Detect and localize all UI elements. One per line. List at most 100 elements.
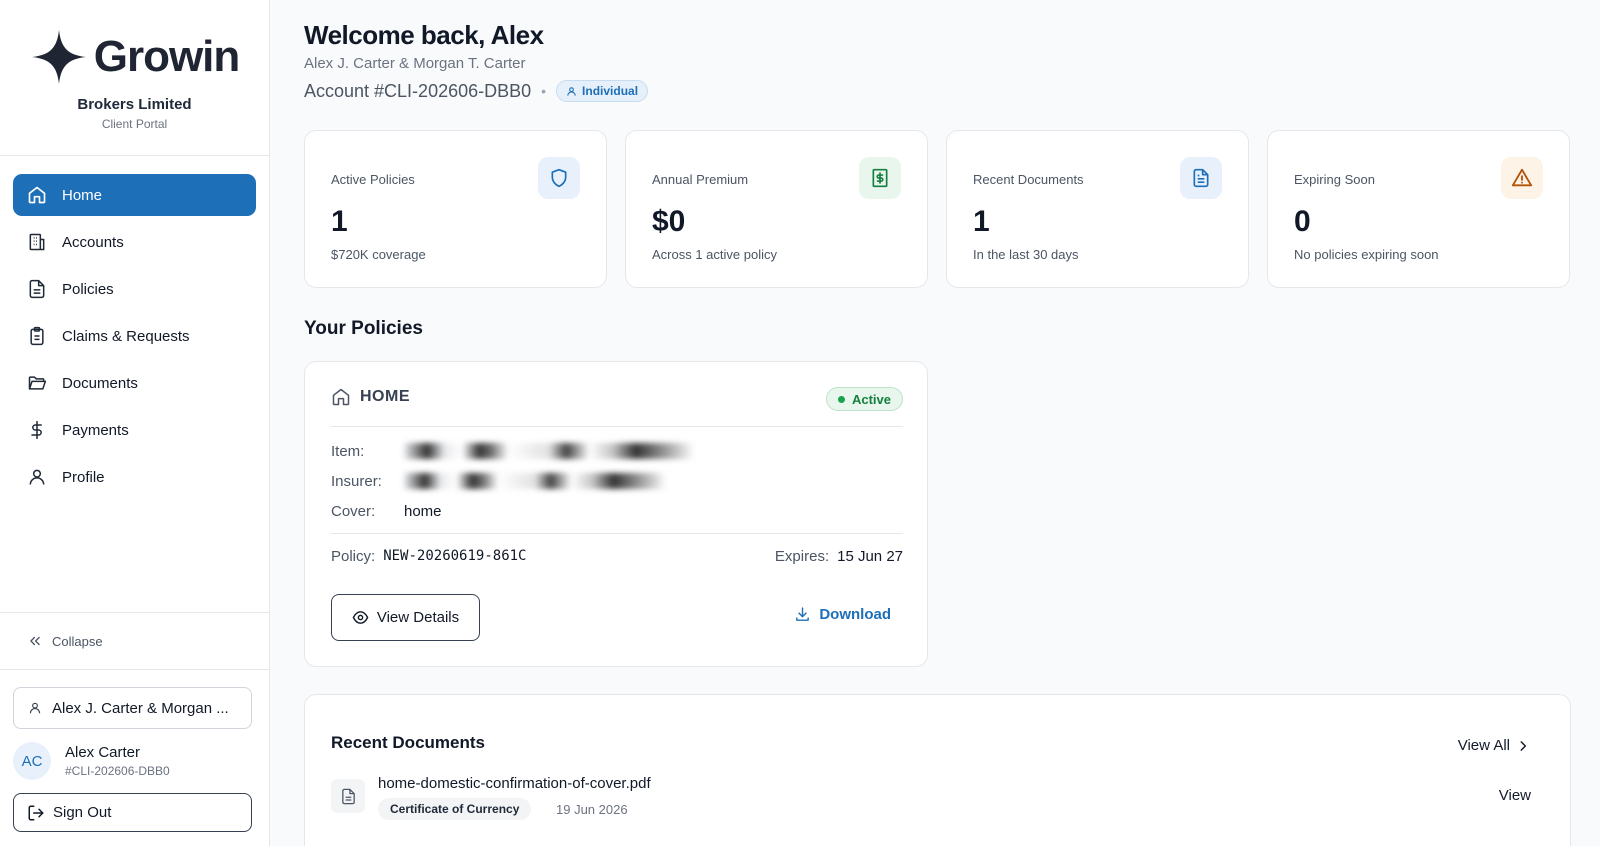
account-selector-label: Alex J. Carter & Morgan ...: [52, 699, 229, 717]
stat-label: Active Policies: [331, 172, 415, 187]
document-name[interactable]: home-domestic-confirmation-of-cover.pdf: [378, 775, 651, 792]
view-details-label: View Details: [376, 609, 460, 626]
nav-item-claims[interactable]: Claims & Requests: [13, 315, 256, 357]
view-document-button[interactable]: View: [1499, 787, 1531, 804]
expires-value: 15 Jun 27: [837, 547, 903, 565]
item-label: Item:: [331, 442, 365, 460]
star-logo-icon: [31, 30, 86, 84]
status-badge: Active: [825, 387, 903, 411]
stat-label: Annual Premium: [652, 172, 749, 187]
nav-label: Claims & Requests: [62, 327, 190, 345]
user-icon: [27, 467, 47, 487]
nav-label: Documents: [62, 374, 138, 392]
shield-icon: [538, 157, 580, 199]
account-selector[interactable]: Alex J. Carter & Morgan ...: [13, 687, 252, 729]
stat-sub: $720K coverage: [331, 247, 426, 262]
nav-item-policies[interactable]: Policies: [13, 268, 256, 310]
policy-number: NEW-20260619-861C: [383, 548, 527, 564]
file-icon: [331, 779, 365, 813]
stat-card-active-policies[interactable]: Active Policies 1 $720K coverage: [304, 130, 607, 288]
nav-item-payments[interactable]: Payments: [13, 409, 256, 451]
stat-value: 0: [1294, 205, 1311, 238]
home-icon: [331, 387, 351, 407]
insurer-label: Insurer:: [331, 472, 382, 490]
brand-block: Growin Brokers Limited Client Portal: [0, 0, 269, 156]
page-title: Welcome back, Alex: [304, 20, 544, 50]
separator: •: [541, 83, 547, 99]
nav-item-home[interactable]: Home: [13, 174, 256, 216]
list-item: home-domestic-confirmation-of-cover.pdf …: [331, 775, 1531, 820]
nav-label: Home: [62, 186, 103, 204]
user-icon: [28, 701, 42, 715]
document-date: 19 Jun 2026: [556, 802, 628, 817]
download-icon: [794, 606, 811, 623]
nav-item-profile[interactable]: Profile: [13, 456, 256, 498]
dollar-icon: [27, 420, 47, 440]
policy-details: Item: Insurer: Cover: home: [331, 436, 903, 534]
user-icon: [566, 86, 577, 97]
expires-label: Expires:: [774, 547, 830, 565]
document-icon: [1180, 157, 1222, 199]
collapse-button[interactable]: Collapse: [0, 612, 269, 670]
policy-type-label: HOME: [360, 388, 410, 405]
warning-icon: [1501, 157, 1543, 199]
status-dot: [837, 395, 845, 403]
sign-out-button[interactable]: Sign Out: [13, 793, 252, 832]
redacted-item-value: [404, 443, 694, 459]
nav-item-documents[interactable]: Documents: [13, 362, 256, 404]
download-label: Download: [819, 606, 891, 623]
chevron-right-icon: [1516, 739, 1530, 753]
user-card: AC Alex Carter #CLI-202606-DBB0: [13, 742, 170, 780]
logo-text: Growin: [93, 32, 241, 81]
sign-out-label: Sign Out: [53, 804, 112, 821]
policy-card-header: HOME Active: [331, 387, 903, 427]
section-title-policies: Your Policies: [304, 318, 423, 339]
cover-label: Cover:: [331, 502, 376, 520]
recent-documents-card: Recent Documents View All home-domestic-…: [304, 694, 1571, 846]
stat-card-recent-documents[interactable]: Recent Documents 1 In the last 30 days: [946, 130, 1249, 288]
redacted-insurer-value: [404, 473, 666, 489]
avatar: AC: [13, 742, 51, 780]
main-content: Welcome back, Alex Alex J. Carter & Morg…: [270, 0, 1600, 846]
stat-card-annual-premium[interactable]: Annual Premium $0 Across 1 active policy: [625, 130, 928, 288]
nav-item-accounts[interactable]: Accounts: [13, 221, 256, 263]
file-text-icon: [27, 279, 47, 299]
stat-label: Recent Documents: [973, 172, 1084, 187]
policy-item-row: Item:: [331, 436, 903, 466]
brand-name: Brokers Limited: [77, 96, 192, 113]
policy-insurer-row: Insurer:: [331, 466, 903, 496]
main-nav: Home Accounts Policies Claims & Requests…: [0, 156, 269, 521]
stat-card-expiring-soon[interactable]: Expiring Soon 0 No policies expiring soo…: [1267, 130, 1570, 288]
collapse-label: Collapse: [52, 633, 103, 649]
document-category-tag: Certificate of Currency: [378, 798, 532, 820]
policy-number-label: Policy:: [331, 547, 376, 565]
account-type-label: Individual: [582, 84, 639, 98]
user-id: #CLI-202606-DBB0: [65, 764, 170, 778]
stat-sub: No policies expiring soon: [1294, 247, 1439, 262]
view-all-label: View All: [1457, 737, 1510, 754]
log-out-icon: [27, 804, 45, 822]
sidebar: Growin Brokers Limited Client Portal Hom…: [0, 0, 270, 846]
stats-row: Active Policies 1 $720K coverage Annual …: [304, 130, 1570, 288]
policy-meta: Policy: NEW-20260619-861C Expires: 15 Ju…: [331, 544, 903, 568]
stat-value: $0: [652, 205, 686, 238]
user-name: Alex Carter: [65, 744, 141, 761]
nav-label: Profile: [62, 468, 105, 486]
account-line: Account #CLI-202606-DBB0 • Individual: [304, 80, 649, 102]
logo[interactable]: Growin: [0, 0, 269, 96]
account-type-badge: Individual: [556, 80, 649, 102]
clipboard-icon: [27, 326, 47, 346]
receipt-dollar-icon: [859, 157, 901, 199]
nav-label: Policies: [62, 280, 114, 298]
view-all-link[interactable]: View All: [1458, 737, 1530, 754]
folder-icon: [27, 373, 47, 393]
recent-documents-title: Recent Documents: [331, 733, 485, 752]
nav-label: Payments: [62, 421, 129, 439]
stat-value: 1: [973, 205, 990, 238]
download-button[interactable]: Download: [794, 606, 891, 623]
stat-sub: Across 1 active policy: [652, 247, 777, 262]
nav-label: Accounts: [62, 233, 124, 251]
home-icon: [27, 185, 47, 205]
status-label: Active: [851, 391, 891, 407]
view-details-button[interactable]: View Details: [331, 594, 480, 641]
